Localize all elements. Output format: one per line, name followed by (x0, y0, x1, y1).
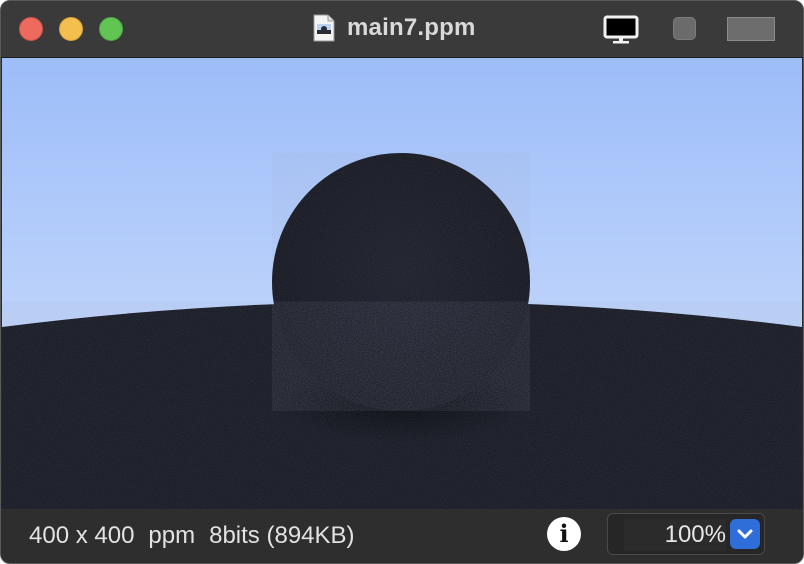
rendered-image (2, 58, 802, 509)
title-bar[interactable]: main7.ppm (1, 1, 803, 58)
ppm-document-icon (313, 14, 335, 42)
sphere-noise (272, 153, 530, 411)
status-bar: 400 x 400 ppm 8bits (894KB) i 100% (1, 509, 803, 563)
image-format: ppm (148, 522, 196, 549)
image-canvas[interactable] (2, 58, 802, 509)
toolbar-rect-button[interactable] (727, 17, 775, 41)
minimize-window-button[interactable] (59, 17, 83, 41)
window-title-group: main7.ppm (313, 13, 476, 43)
image-details: 8bits (894KB) (209, 522, 355, 549)
window-title: main7.ppm (347, 14, 476, 41)
toolbar-square-button[interactable] (673, 17, 696, 40)
chevron-down-icon (737, 529, 753, 539)
close-window-button[interactable] (19, 17, 43, 41)
zoom-value[interactable]: 100% (624, 519, 726, 551)
zoom-control[interactable]: 100% (607, 513, 765, 555)
display-icon[interactable] (603, 15, 639, 45)
image-info: 400 x 400 ppm 8bits (894KB) (29, 522, 369, 550)
zoom-dropdown-button[interactable] (730, 519, 760, 549)
image-dimensions: 400 x 400 (29, 522, 135, 549)
info-icon[interactable]: i (547, 517, 581, 551)
maximize-window-button[interactable] (99, 17, 123, 41)
image-viewer-window: main7.ppm 400 x 400 ppm 8bits (894KB) i … (0, 0, 804, 564)
